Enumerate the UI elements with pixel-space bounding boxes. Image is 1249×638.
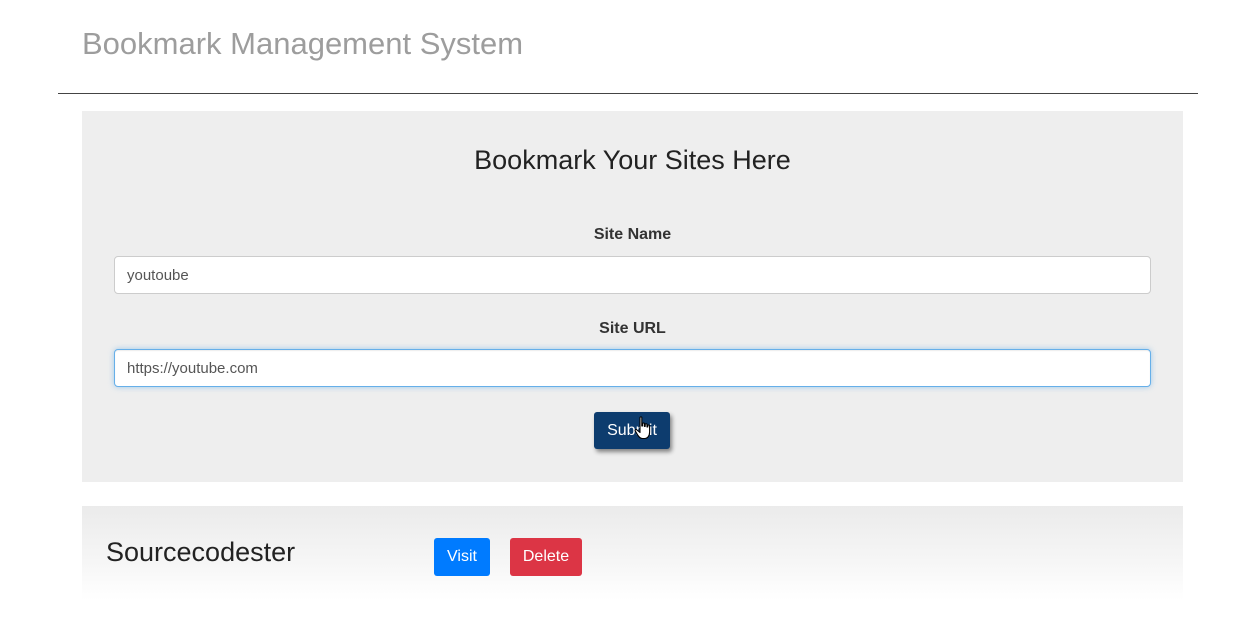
submit-button[interactable]: Submit [594, 412, 670, 449]
header-divider [58, 93, 1198, 94]
site-name-label: Site Name [593, 226, 672, 243]
bookmark-item: Sourcecodester Visit Delete [82, 506, 1183, 600]
site-name-input[interactable] [114, 256, 1151, 294]
bookmark-form-panel: Bookmark Your Sites Here Site Name Site … [82, 111, 1183, 482]
bookmark-name: Sourcecodester [106, 537, 296, 567]
app-title: Bookmark Management System [82, 26, 524, 61]
site-url-label: Site URL [599, 320, 666, 337]
visit-button[interactable]: Visit [434, 538, 490, 576]
delete-button[interactable]: Delete [510, 538, 582, 576]
form-heading: Bookmark Your Sites Here [474, 145, 791, 175]
site-url-input[interactable] [114, 349, 1151, 387]
